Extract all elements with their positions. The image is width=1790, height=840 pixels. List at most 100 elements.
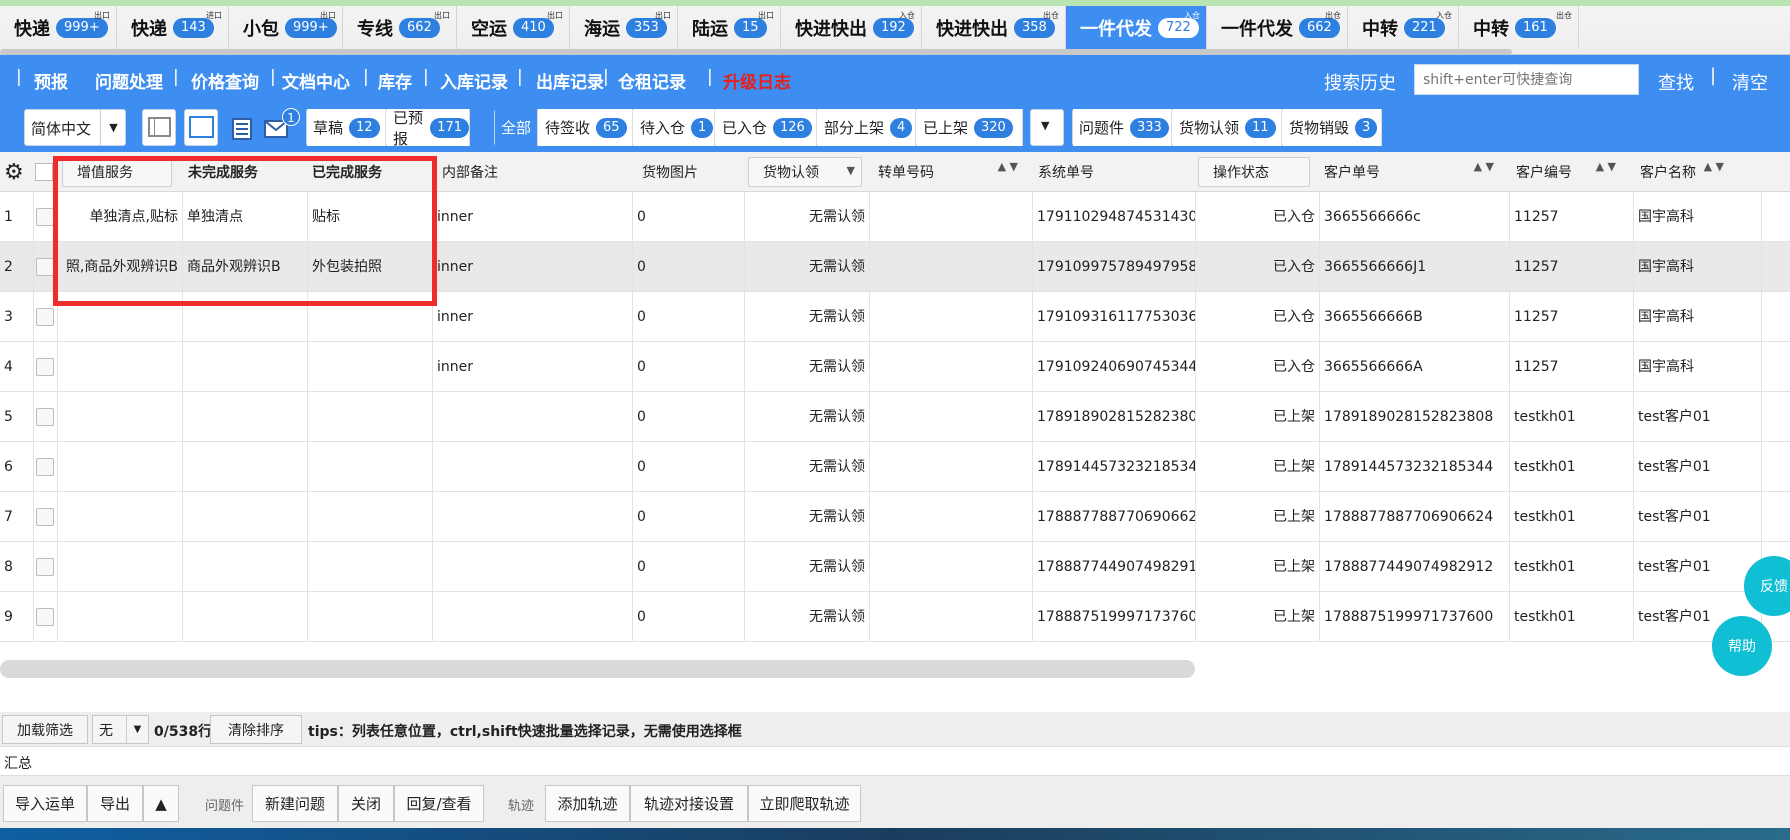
export-button[interactable]: 导出 (87, 785, 143, 822)
cell-status: 已上架 (1196, 442, 1320, 492)
nav-link-5[interactable]: 入库记录 (440, 68, 508, 93)
nav-link-7[interactable]: 仓租记录 (618, 68, 686, 93)
cell-cust_no: 1788877887706906624 (1320, 492, 1510, 542)
list-view-icon[interactable] (232, 118, 252, 140)
filter-chip-group3-0[interactable]: 问题件 333 (1073, 109, 1172, 146)
cell-cust_name: test客户01 (1634, 442, 1762, 492)
nav-link-8[interactable]: 升级日志 (723, 68, 791, 93)
column-header-9[interactable]: 客户单号 ▲ ▼ (1318, 157, 1500, 187)
table-row[interactable]: 4 inner 0 无需认领 1791092406907453440 已入仓 3665566… (0, 342, 1790, 392)
cell-done (308, 442, 433, 492)
status-more-dropdown[interactable]: ▼ (1030, 109, 1064, 146)
filter-chip-group1-0[interactable]: 草稿 12 (307, 109, 386, 146)
filter-chip-group3-1[interactable]: 货物认领 11 (1173, 109, 1282, 146)
column-header-5[interactable]: 货物认领 ▼ (748, 157, 862, 187)
filter-chip-group2-1[interactable]: 待签收 65 (539, 109, 633, 146)
add-track-button[interactable]: 添加轨迹 (545, 785, 630, 822)
filter-chip-group2-4[interactable]: 部分上架 4 (818, 109, 916, 146)
top-tab-9[interactable]: 一件代发 722 入仓 (1066, 6, 1207, 49)
cell-sys: 1788875199971737600 (1033, 592, 1196, 642)
find-button[interactable]: 查找 (1658, 69, 1694, 95)
select-all-checkbox[interactable] (35, 163, 53, 181)
export-more-button[interactable]: ▲ (143, 785, 179, 822)
column-header-10[interactable]: 客户编号 ▲ ▼ (1510, 157, 1622, 187)
row-checkbox-cell (34, 542, 58, 592)
nav-link-3[interactable]: 文档中心 (282, 68, 350, 93)
column-header-3[interactable]: 内部备注 (436, 157, 622, 187)
top-tab-3[interactable]: 专线 662 出口 (343, 6, 457, 49)
cell-claim: 无需认领 (745, 242, 870, 292)
search-history-link[interactable]: 搜索历史 (1324, 69, 1396, 95)
layout-full-toggle[interactable] (184, 109, 218, 146)
cell-cust_no: 3665566666J1 (1320, 242, 1510, 292)
top-tab-1[interactable]: 快递 143 进口 (117, 6, 229, 49)
cell-cust_no: 1789189028152823808 (1320, 392, 1510, 442)
table-row[interactable]: 8 0 无需认领 1788877449074982912 已上架 178887744907… (0, 542, 1790, 592)
clear-sort-button[interactable]: 清除排序 (210, 715, 302, 744)
new-problem-button[interactable]: 新建问题 (252, 785, 338, 822)
column-header-6[interactable]: 转单号码 ▲ ▼ (872, 157, 1024, 187)
top-tab-4[interactable]: 空运 410 出口 (457, 6, 570, 49)
nav-link-0[interactable]: 预报 (34, 68, 68, 93)
chevron-down-icon: ▼ (100, 110, 126, 145)
cell-done (308, 392, 433, 442)
top-tab-8[interactable]: 快进快出 358 出仓 (922, 6, 1066, 49)
top-tab-6[interactable]: 陆运 15 出口 (678, 6, 781, 49)
top-tab-tag: 出仓 (1325, 11, 1341, 20)
reply-view-button[interactable]: 回复/查看 (394, 785, 484, 822)
track-setting-button[interactable]: 轨迹对接设置 (630, 785, 748, 822)
row-number: 9 (0, 592, 34, 642)
column-header-11[interactable]: 客户名称 ▲ ▼ (1634, 157, 1730, 187)
cell-transfer (870, 242, 1033, 292)
load-filter-button[interactable]: 加载筛选 (2, 715, 88, 744)
top-tab-11[interactable]: 中转 221 入仓 (1348, 6, 1459, 49)
nav-link-4[interactable]: 库存 (378, 68, 412, 93)
top-tab-tag: 进口 (206, 11, 222, 20)
top-tab-10[interactable]: 一件代发 662 出仓 (1207, 6, 1348, 49)
search-input[interactable] (1414, 64, 1639, 95)
top-tab-12[interactable]: 中转 161 出仓 (1459, 6, 1579, 49)
nav-separator: | (270, 67, 276, 87)
filter-chip-group3-2[interactable]: 货物销毁 3 (1283, 109, 1382, 146)
top-tab-2[interactable]: 小包 999+ 出口 (229, 6, 343, 49)
cell-pending (183, 492, 308, 542)
table-row[interactable]: 7 0 无需认领 1788877887706906624 已上架 178887788770… (0, 492, 1790, 542)
nav-link-2[interactable]: 价格查询 (191, 68, 259, 93)
filter-chip-group2-5[interactable]: 已上架 320 (917, 109, 1023, 146)
cell-sys: 1789144573232185344 (1033, 442, 1196, 492)
close-button[interactable]: 关闭 (338, 785, 394, 822)
filter-chip-label: 草稿 (313, 119, 344, 137)
top-tab-tag: 出口 (434, 11, 450, 20)
language-select[interactable]: 简体中文 ▼ (24, 109, 126, 146)
table-row[interactable]: 5 0 无需认领 1789189028152823808 已上架 178918902815… (0, 392, 1790, 442)
top-tab-tag: 出口 (547, 11, 563, 20)
column-header-7[interactable]: 系统单号 (1032, 157, 1194, 187)
top-tab-7[interactable]: 快进快出 192 入仓 (781, 6, 922, 49)
gear-icon[interactable]: ⚙ (4, 160, 24, 185)
filter-chip-group2-2[interactable]: 待入仓 1 (634, 109, 715, 146)
layout-left-toggle[interactable] (142, 109, 176, 146)
filter-chip-count: 65 (596, 117, 627, 138)
column-header-4[interactable]: 货物图片 (636, 157, 740, 187)
import-waybill-button[interactable]: 导入运单 (3, 785, 87, 822)
top-tab-0[interactable]: 快递 999+ 出口 (0, 6, 117, 49)
table-row[interactable]: 9 0 无需认领 1788875199971737600 已上架 178887519997… (0, 592, 1790, 642)
nav-link-6[interactable]: 出库记录 (536, 68, 604, 93)
filter-chip-group2-0[interactable]: 全部 (495, 109, 538, 146)
clear-button[interactable]: 清空 (1732, 69, 1768, 95)
table-row[interactable]: 6 0 无需认领 1789144573232185344 已上架 178914457323… (0, 442, 1790, 492)
cell-cust_id: 11257 (1510, 192, 1634, 242)
summary-label: 汇总 (4, 756, 32, 772)
filter-chip-group2-3[interactable]: 已入仓 126 (716, 109, 817, 146)
nav-divider: | (1710, 65, 1717, 86)
filter-chip-group1-1[interactable]: 已预报 171 (387, 109, 470, 148)
fetch-track-button[interactable]: 立即爬取轨迹 (748, 785, 861, 822)
column-header-8[interactable]: 操作状态 (1198, 157, 1310, 187)
help-button[interactable]: 帮助 (1712, 616, 1772, 676)
nav-link-1[interactable]: 问题处理 (95, 68, 163, 93)
filter-select[interactable]: 无 ▼ (92, 715, 149, 744)
top-tab-5[interactable]: 海运 353 出口 (570, 6, 678, 49)
table-horizontal-scrollbar[interactable] (0, 660, 1195, 678)
filter-chip-label: 已入仓 (722, 119, 768, 137)
column-header-label: 货物图片 (642, 165, 698, 181)
